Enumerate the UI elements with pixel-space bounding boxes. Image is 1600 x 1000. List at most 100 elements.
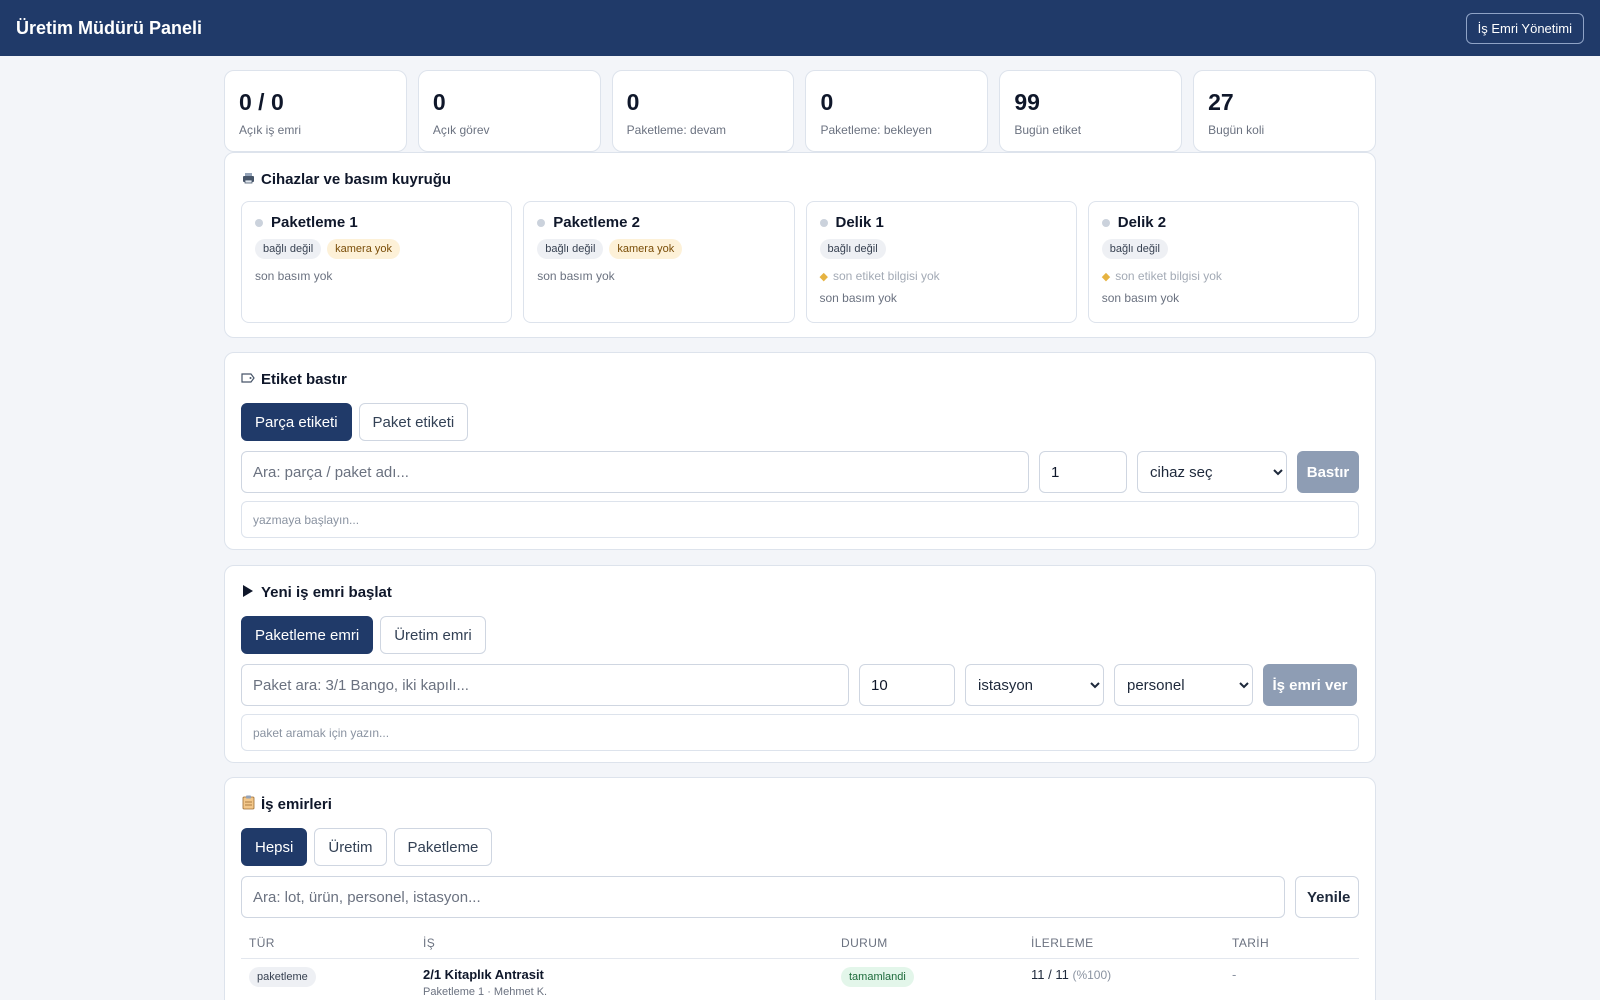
new-work-order-card: Yeni iş emri başlat Paketleme emri Üreti… [224, 565, 1376, 763]
new-order-form: istasyon personel İş emri ver [241, 664, 1359, 706]
order-type-tabs: Paketleme emri Üretim emri [241, 616, 1359, 654]
column-date[interactable]: TARİH [1224, 928, 1359, 959]
label-quantity-input[interactable] [1039, 451, 1127, 493]
print-label-form: cihaz seç Bastır [241, 451, 1359, 493]
stat-label: Açık görev [432, 123, 490, 137]
device-card-hole-2[interactable]: Delik 2 bağlı değil ◆ son etiket bilgisi … [1087, 201, 1359, 323]
order-quantity-input[interactable] [859, 664, 955, 706]
staff-select[interactable]: personel [1114, 664, 1253, 706]
device-name: Delik 1 [835, 214, 884, 231]
connection-badge: bağlı değil [819, 239, 886, 259]
work-orders-title: İş emirleri [261, 795, 332, 813]
clipboard-icon [241, 795, 255, 813]
progress-percent: (%100) [1072, 967, 1112, 982]
tab-packaging[interactable]: Paketleme [393, 828, 493, 866]
camera-badge: kamera yok [327, 239, 401, 259]
stat-open-work-orders: 0 / 0 Açık iş emri [224, 70, 407, 152]
stats-row: 0 / 0 Açık iş emri 0 Açık görev 0 Paketl… [224, 70, 1376, 152]
last-label-text: son etiket bilgisi yok [832, 269, 940, 283]
tab-production-order[interactable]: Üretim emri [380, 616, 486, 654]
stat-label: Paketleme: bekleyen [820, 123, 932, 137]
stat-value: 99 [1014, 89, 1040, 115]
stat-packaging-pending: 0 Paketleme: bekleyen [805, 70, 989, 152]
last-print-text: son basım yok [819, 291, 897, 305]
device-select[interactable]: cihaz seç [1137, 451, 1287, 493]
main-content: 0 / 0 Açık iş emri 0 Açık görev 0 Paketl… [224, 70, 1376, 1000]
connection-badge: bağlı değil [1101, 239, 1168, 259]
submit-work-order-button[interactable]: İş emri ver [1263, 664, 1357, 706]
package-search-input[interactable] [241, 664, 849, 706]
label-type-tabs: Parça etiketi Paket etiketi [241, 403, 1359, 441]
device-name: Delik 2 [1117, 214, 1167, 231]
date-cell: - [1232, 966, 1237, 982]
last-print-text: son basım yok [255, 269, 333, 283]
label-tag-icon: ◆ [819, 270, 828, 283]
tab-packaging-order[interactable]: Paketleme emri [241, 616, 374, 654]
label-icon [241, 372, 255, 386]
label-search-input[interactable] [241, 451, 1029, 493]
tab-all[interactable]: Hepsi [241, 828, 308, 866]
stat-value: 0 [626, 89, 640, 115]
work-order-management-button[interactable]: İş Emri Yönetimi [1465, 12, 1584, 44]
label-search-hint: yazmaya başlayın... [241, 501, 1359, 538]
connection-badge: bağlı değil [255, 239, 322, 259]
status-dot [819, 218, 828, 227]
stat-today-labels: 99 Bugün etiket [999, 70, 1183, 152]
progress-count: 11 / 11 [1031, 966, 1069, 982]
stat-label: Bugün koli [1208, 123, 1265, 137]
column-progress[interactable]: İLERLEME [1023, 928, 1224, 959]
job-title: 2/1 Kitaplık Antrasit [423, 966, 544, 982]
column-job[interactable]: İŞ [415, 928, 833, 959]
new-work-order-title: Yeni iş emri başlat [261, 583, 392, 601]
new-work-order-heading: Yeni iş emri başlat [241, 582, 1359, 602]
orders-search-input[interactable] [241, 876, 1285, 918]
status-dot [255, 218, 263, 227]
stat-value: 27 [1208, 89, 1234, 115]
job-subtitle: Paketleme 1 · Mehmet K. [423, 985, 548, 998]
stat-label: Bugün etiket [1014, 123, 1082, 137]
label-tag-icon: ◆ [1101, 270, 1111, 283]
play-icon [241, 584, 255, 600]
print-label-card: Etiket bastır Parça etiketi Paket etiket… [224, 352, 1376, 550]
type-badge: paketleme [249, 966, 316, 987]
devices-heading: Cihazlar ve basım kuyruğu [241, 169, 1359, 189]
work-orders-table: TÜR İŞ DURUM İLERLEME TARİH paketleme 2/… [241, 928, 1359, 1000]
device-card-packaging-1[interactable]: Paketleme 1 bağlı değil kamera yok son b… [241, 201, 513, 323]
work-orders-heading: İş emirleri [241, 794, 1359, 814]
column-status[interactable]: DURUM [833, 928, 1023, 959]
camera-badge: kamera yok [609, 239, 683, 259]
print-button[interactable]: Bastır [1297, 451, 1359, 493]
devices-card: Cihazlar ve basım kuyruğu Paketleme 1 ba… [224, 152, 1376, 338]
tab-package-label[interactable]: Paket etiketi [358, 403, 469, 441]
stat-today-boxes: 27 Bugün koli [1193, 70, 1376, 152]
orders-search-row: Yenile [241, 876, 1359, 918]
top-bar: Üretim Müdürü Paneli İş Emri Yönetimi [0, 0, 1600, 56]
device-name: Paketleme 1 [271, 214, 358, 231]
print-label-title: Etiket bastır [261, 370, 347, 388]
column-type[interactable]: TÜR [241, 928, 415, 959]
connection-badge: bağlı değil [537, 239, 604, 259]
device-list: Paketleme 1 bağlı değil kamera yok son b… [241, 201, 1359, 323]
tab-part-label[interactable]: Parça etiketi [241, 403, 352, 441]
device-card-packaging-2[interactable]: Paketleme 2 bağlı değil kamera yok son b… [523, 201, 795, 323]
last-print-text: son basım yok [537, 269, 615, 283]
printer-icon [241, 172, 255, 187]
work-orders-card: İş emirleri Hepsi Üretim Paketleme Yenil… [224, 777, 1376, 1000]
stat-value: 0 [820, 89, 834, 115]
station-select[interactable]: istasyon [965, 664, 1104, 706]
package-search-hint: paket aramak için yazın... [241, 714, 1359, 751]
tab-production[interactable]: Üretim [314, 828, 387, 866]
page-title: Üretim Müdürü Paneli [16, 17, 203, 38]
stat-value: 0 / 0 [239, 89, 284, 115]
device-card-hole-1[interactable]: Delik 1 bağlı değil ◆ son etiket bilgisi … [805, 201, 1077, 323]
stat-packaging-in-progress: 0 Paketleme: devam [611, 70, 795, 152]
last-label-text: son etiket bilgisi yok [1115, 269, 1222, 283]
status-dot [537, 218, 546, 227]
stat-open-tasks: 0 Açık görev [417, 70, 601, 152]
table-row[interactable]: paketleme 2/1 Kitaplık Antrasit Paketlem… [241, 958, 1359, 1000]
refresh-button[interactable]: Yenile [1295, 876, 1359, 918]
table-header-row: TÜR İŞ DURUM İLERLEME TARİH [241, 928, 1359, 959]
device-name: Paketleme 2 [553, 214, 640, 231]
stat-label: Açık iş emri [239, 123, 302, 137]
status-badge: tamamlandi [841, 966, 914, 987]
